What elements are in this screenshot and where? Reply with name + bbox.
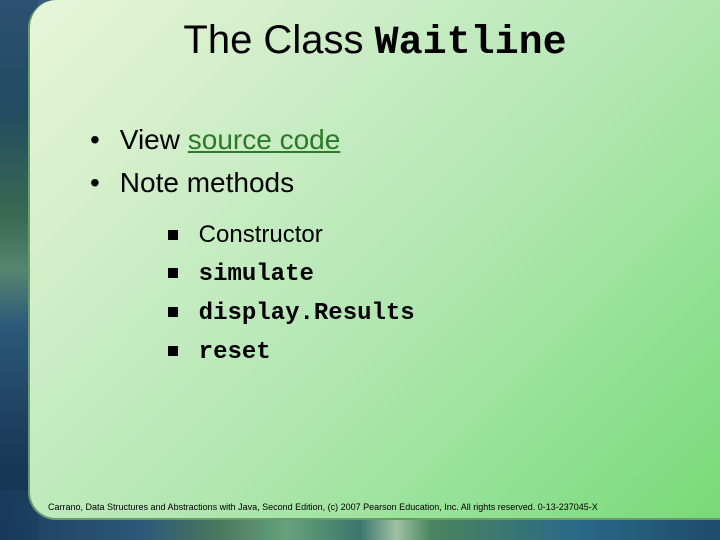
slide-body: The Class Waitline View source code Note…: [28, 0, 720, 520]
sub-label: display.Results: [199, 300, 415, 327]
sub-label: Constructor: [199, 221, 323, 248]
sub-bullet-reset: reset: [168, 332, 650, 371]
sub-label: reset: [199, 339, 271, 366]
bullet-text: Note methods: [120, 167, 294, 198]
slide-title: The Class Waitline: [30, 18, 720, 66]
title-prefix: The Class: [183, 18, 374, 62]
bullet-text: View: [120, 124, 188, 155]
sub-label: simulate: [199, 261, 314, 288]
slide-footer: Carrano, Data Structures and Abstraction…: [48, 502, 710, 512]
bullet-note-methods: Note methods: [90, 163, 650, 202]
source-code-link[interactable]: source code: [188, 124, 341, 155]
sub-bullet-simulate: simulate: [168, 254, 650, 293]
bullet-view-source: View source code: [90, 120, 650, 159]
slide-content: View source code Note methods Constructo…: [90, 120, 650, 371]
sub-bullet-constructor: Constructor: [168, 216, 650, 253]
sub-bullet-display-results: display.Results: [168, 293, 650, 332]
title-classname: Waitline: [375, 21, 567, 66]
